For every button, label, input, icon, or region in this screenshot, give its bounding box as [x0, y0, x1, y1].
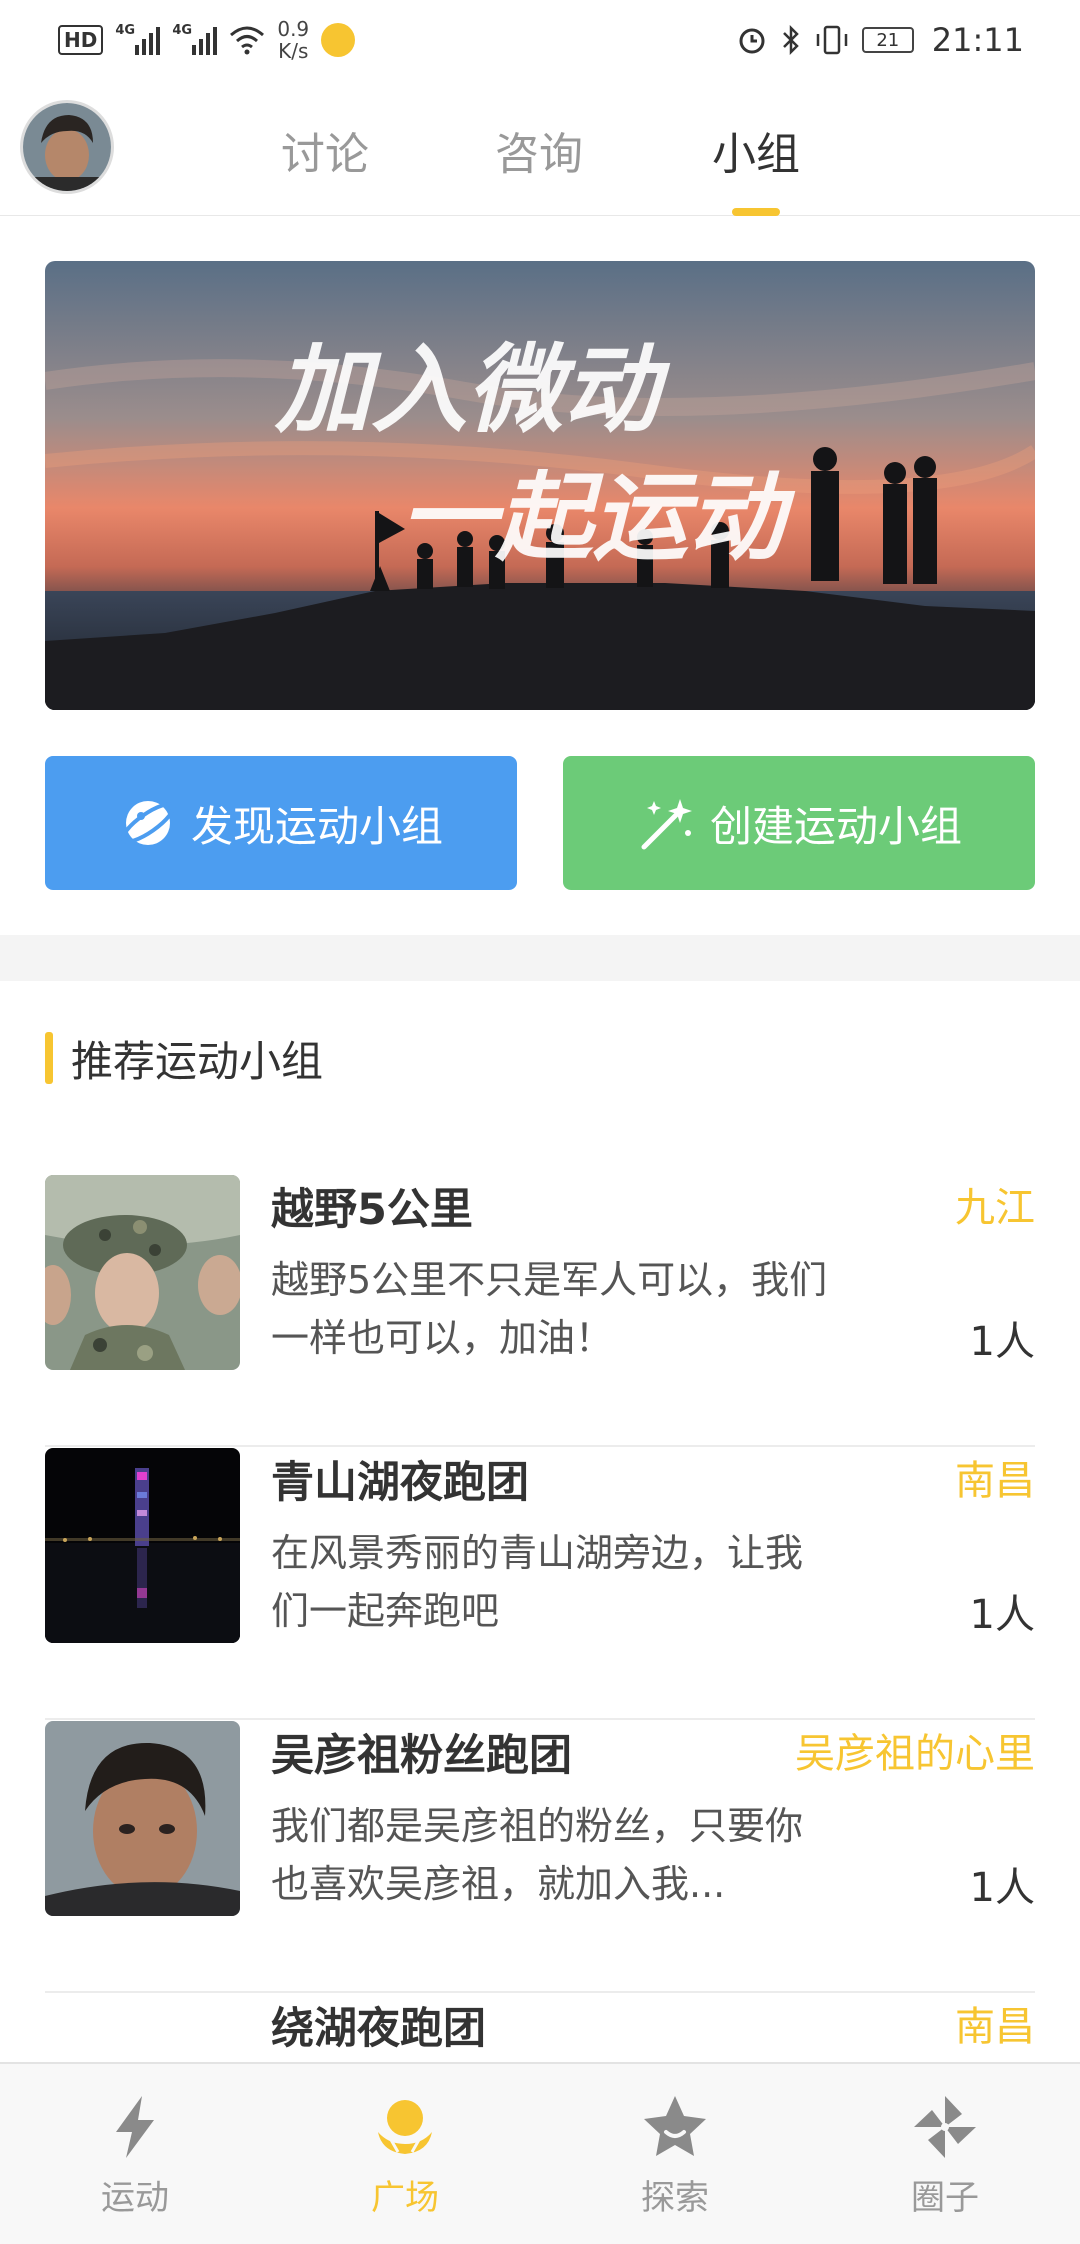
group-thumbnail [45, 1448, 240, 1643]
group-list-item[interactable]: 吴彦祖粉丝跑团 吴彦祖的心里 我们都是吴彦祖的粉丝，只要你也喜欢吴彦祖，就加入我… [45, 1721, 1035, 1993]
alarm-icon [739, 28, 765, 54]
group-name: 绕湖夜跑团 [271, 2004, 486, 2054]
vibrate-icon [816, 25, 848, 55]
nav-label-explore: 探索 [641, 2178, 709, 2218]
nav-label-sport: 运动 [101, 2178, 169, 2218]
group-city: 吴彦祖的心里 [795, 1731, 1035, 1777]
running-app-icon [321, 23, 356, 57]
group-city: 南昌 [955, 2004, 1035, 2050]
magic-wand-icon [641, 799, 692, 850]
group-name: 越野5公里 [271, 1185, 473, 1235]
nav-label-plaza: 广场 [371, 2178, 439, 2218]
group-member-count: 1人 [969, 1319, 1035, 1365]
section-title: 推荐运动小组 [71, 1036, 324, 1086]
nav-item-circle[interactable]: 圈子 [810, 2064, 1080, 2244]
plaza-icon [378, 2100, 432, 2154]
group-name: 吴彦祖粉丝跑团 [271, 1731, 572, 1781]
group-description: 越野5公里不只是军人可以，我们一样也可以，加油！ [271, 1258, 828, 1360]
section-header: 推荐运动小组 [45, 1030, 323, 1086]
star-icon [644, 2096, 706, 2156]
signal-icon: 4G [115, 23, 161, 55]
banner-line2: 一起运动 [400, 462, 796, 574]
signal-icon: 4G [172, 23, 218, 55]
discover-group-label: 发现运动小组 [190, 801, 443, 851]
group-city: 九江 [955, 1185, 1035, 1231]
tab-consult[interactable]: 咨询 [464, 118, 614, 182]
tab-discussion[interactable]: 讨论 [250, 118, 400, 182]
nav-item-sport[interactable]: 运动 [0, 2064, 270, 2244]
group-thumbnail [45, 1175, 240, 1370]
top-header: 讨论 咨询 小组 [0, 80, 1080, 216]
bottom-navigation: 运动 广场 探索 圈子 [0, 2062, 1080, 2244]
hd-indicator: HD [58, 25, 104, 55]
group-city: 南昌 [955, 1458, 1035, 1504]
section-divider [0, 935, 1080, 981]
battery-icon: 21 [861, 27, 914, 53]
group-member-count: 1人 [969, 1865, 1035, 1911]
group-list-item[interactable]: 青山湖夜跑团 南昌 在风景秀丽的青山湖旁边，让我们一起奔跑吧 1人 [45, 1448, 1035, 1720]
group-description: 在风景秀丽的青山湖旁边，让我们一起奔跑吧 [271, 1531, 804, 1633]
top-tabs: 讨论 咨询 小组 [0, 80, 1080, 216]
nav-item-plaza[interactable]: 广场 [270, 2064, 540, 2244]
nav-item-explore[interactable]: 探索 [540, 2064, 810, 2244]
group-list-item[interactable]: 越野5公里 九江 越野5公里不只是军人可以，我们一样也可以，加油！ 1人 [45, 1175, 1035, 1447]
group-thumbnail [45, 1721, 240, 1916]
wifi-icon [230, 26, 265, 55]
create-group-label: 创建运动小组 [709, 801, 962, 851]
active-tab-indicator [732, 208, 780, 216]
nav-label-circle: 圈子 [911, 2178, 979, 2218]
discover-group-button[interactable]: 发现运动小组 [45, 756, 517, 890]
pinwheel-icon [914, 2096, 976, 2158]
promo-banner[interactable]: 加入微动 一起运动 [45, 261, 1035, 710]
group-name: 青山湖夜跑团 [271, 1458, 529, 1508]
bluetooth-icon [782, 24, 799, 56]
create-group-button[interactable]: 创建运动小组 [563, 756, 1035, 890]
planet-icon [120, 801, 176, 845]
banner-line1: 加入微动 [274, 334, 671, 446]
group-description: 我们都是吴彦祖的粉丝，只要你也喜欢吴彦祖，就加入我... [271, 1804, 804, 1906]
tab-group[interactable]: 小组 [681, 118, 831, 182]
group-member-count: 1人 [969, 1592, 1035, 1638]
clock: 21:11 [931, 21, 1024, 59]
section-accent-bar [45, 1032, 53, 1084]
status-bar: HD 4G 4G 0.9 K/s 21 21:11 [0, 0, 1080, 80]
lightning-icon [116, 2096, 154, 2158]
network-speed: 0.9 K/s [277, 17, 310, 63]
